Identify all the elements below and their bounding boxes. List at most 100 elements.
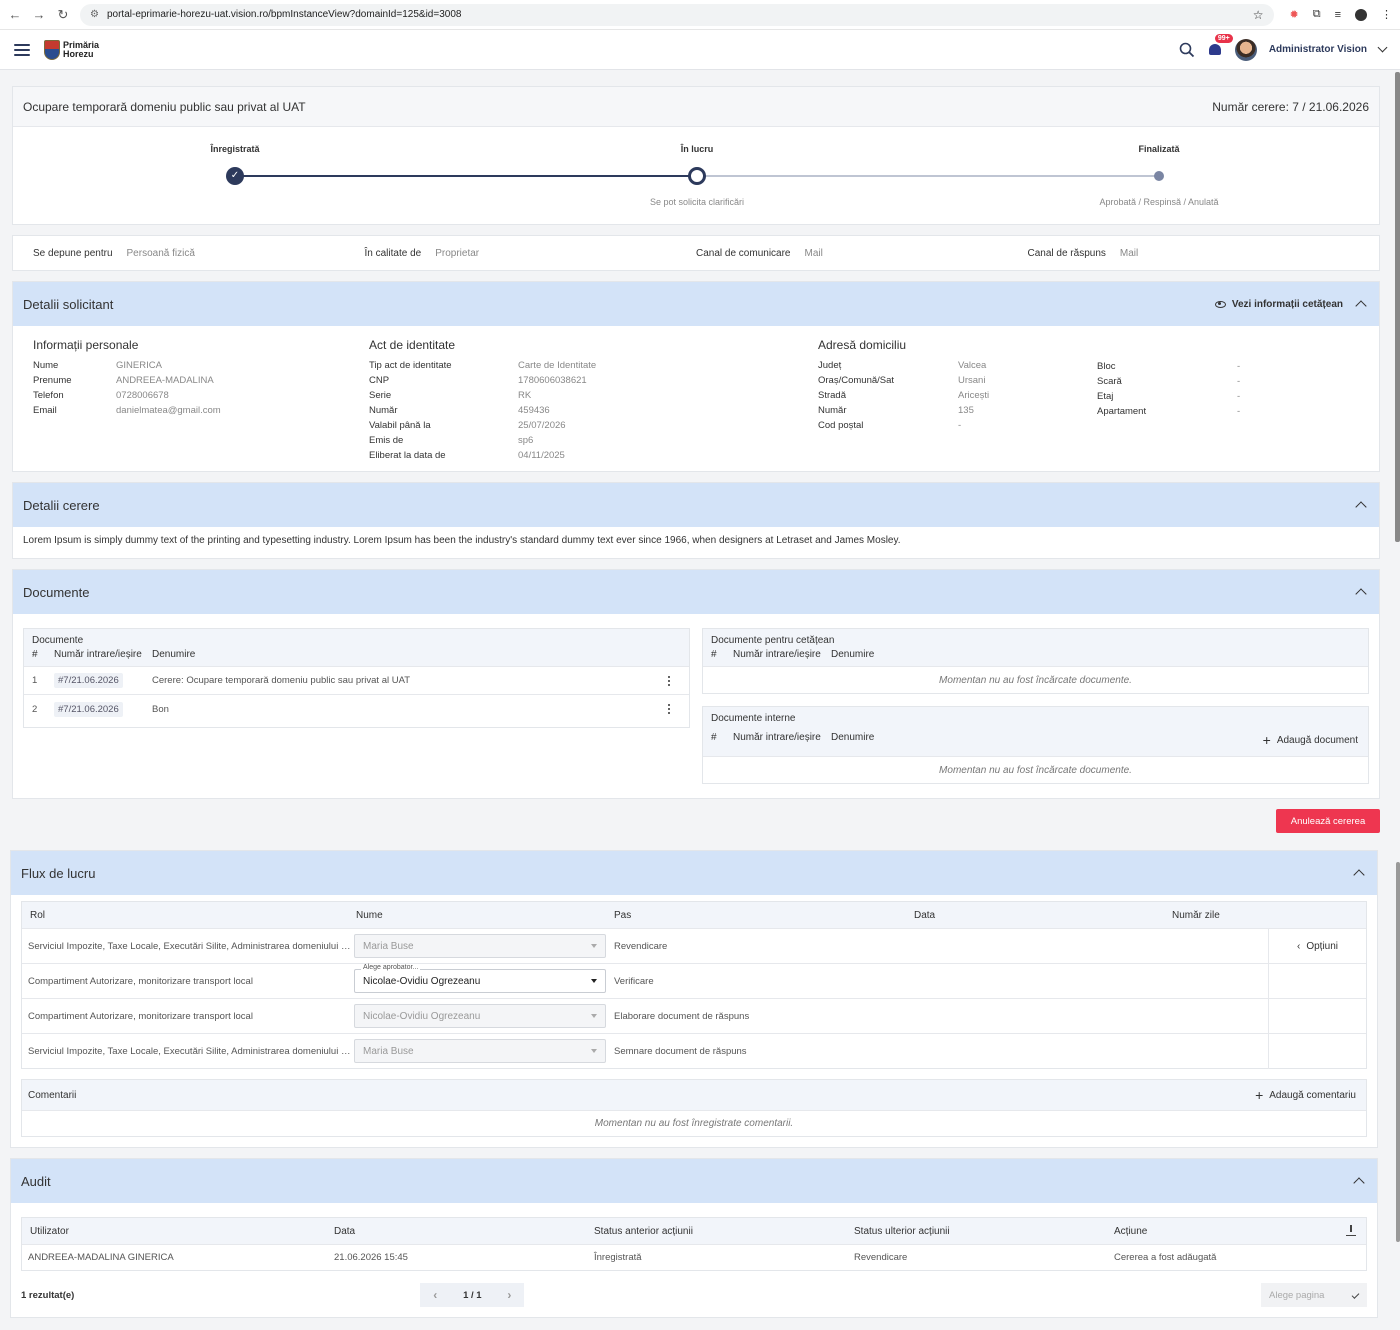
- field-value: -: [1237, 376, 1241, 387]
- scrollbar[interactable]: [1395, 72, 1400, 542]
- add-comment-label: Adaugă comentariu: [1269, 1089, 1356, 1101]
- more-options-icon[interactable]: [668, 675, 671, 686]
- documents-table: Documente # Număr intrare/ieșire Denumir…: [23, 628, 690, 728]
- page-indicator: 1 / 1: [463, 1289, 482, 1301]
- next-page-icon[interactable]: ›: [507, 1288, 511, 1302]
- internal-documents-table: Documente interne # Număr intrare/ieșire…: [702, 706, 1369, 784]
- role-cell: Serviciul Impozite, Taxe Locale, Execută…: [28, 940, 354, 952]
- page-select-placeholder: Alege pagina: [1269, 1289, 1325, 1301]
- hamburger-menu-icon[interactable]: [14, 43, 30, 56]
- table-row[interactable]: 1 #7/21.06.2026 Cerere: Ocupare temporar…: [24, 667, 689, 695]
- collapse-chevron-icon[interactable]: [1353, 1177, 1365, 1189]
- info-label: În calitate de: [364, 247, 422, 259]
- col-header: Număr zile: [1172, 909, 1220, 921]
- notifications-bell-icon[interactable]: 99+: [1207, 33, 1233, 58]
- field-value: 25/07/2026: [518, 420, 566, 431]
- table-row[interactable]: 2 #7/21.06.2026 Bon: [24, 695, 689, 723]
- profile-icon[interactable]: [1355, 8, 1367, 21]
- col-header: Număr intrare/ieșire: [733, 649, 821, 660]
- field-label: Scară: [1097, 376, 1122, 387]
- check-icon[interactable]: [1351, 1291, 1360, 1299]
- avatar[interactable]: [1234, 38, 1257, 61]
- extension-icon[interactable]: ✹: [1290, 8, 1299, 21]
- field-value: GINERICA: [116, 360, 162, 371]
- table-row: Compartiment Autorizare, monitorizare tr…: [22, 998, 1366, 1034]
- coat-of-arms-icon: [44, 39, 60, 60]
- col-header: #: [32, 649, 38, 660]
- add-comment-button[interactable]: + Adaugă comentariu: [1255, 1087, 1356, 1103]
- assignee-select: Maria Buse: [354, 934, 606, 958]
- options-label: Opțiuni: [1306, 940, 1339, 952]
- user-name[interactable]: Administrator Vision: [1269, 44, 1367, 55]
- document-number[interactable]: #7/21.06.2026: [54, 701, 123, 717]
- more-options-icon[interactable]: [668, 704, 671, 714]
- cancel-request-button[interactable]: Anulează cererea: [1276, 809, 1380, 833]
- role-cell: Compartiment Autorizare, monitorizare tr…: [28, 975, 253, 987]
- forward-icon[interactable]: →: [32, 7, 46, 22]
- add-document-button[interactable]: + Adaugă document: [1263, 732, 1358, 748]
- field-value: -: [1237, 406, 1241, 417]
- collapse-chevron-icon[interactable]: [1353, 869, 1365, 881]
- col-header: #: [711, 649, 717, 660]
- document-name[interactable]: Bon: [152, 704, 169, 715]
- select-value: Maria Buse: [363, 940, 414, 952]
- reload-icon[interactable]: ↻: [56, 7, 70, 22]
- assignee-select: Nicolae-Ovidiu Ogrezeanu: [354, 1004, 606, 1028]
- request-description: Lorem Ipsum is simply dummy text of the …: [23, 535, 901, 546]
- menu-dots-icon[interactable]: ⋮: [1381, 8, 1392, 21]
- view-citizen-info-link[interactable]: Vezi informații cetățean: [1214, 299, 1343, 310]
- role-cell: Serviciul Impozite, Taxe Locale, Execută…: [28, 1045, 354, 1057]
- address-bar[interactable]: ⚙ portal-eprimarie-horezu-uat.vision.ro/…: [80, 3, 1274, 26]
- field-value: Carte de Identitate: [518, 360, 597, 371]
- col-header: Număr intrare/ieșire: [733, 732, 821, 743]
- scrollbar[interactable]: [1396, 862, 1400, 1242]
- field-label: Eliberat la data de: [369, 450, 446, 461]
- submission-info-strip: Se depune pentru Persoană fizică În calit…: [12, 235, 1380, 271]
- bookmark-star-icon[interactable]: ☆: [1253, 8, 1264, 22]
- step-cell: Semnare document de răspuns: [614, 1045, 747, 1057]
- audit-status-before: Înregistrată: [594, 1252, 642, 1263]
- assignee-select: Maria Buse: [354, 1039, 606, 1063]
- chevron-down-icon[interactable]: [1377, 42, 1388, 53]
- col-header: Data: [914, 909, 936, 921]
- eye-icon: [1214, 300, 1226, 308]
- document-name[interactable]: Cerere: Ocupare temporară domeniu public…: [152, 675, 410, 686]
- collapse-chevron-icon[interactable]: [1355, 588, 1367, 600]
- col-header: Status anterior acțiunii: [594, 1225, 693, 1237]
- col-header: Acțiune: [1114, 1225, 1148, 1237]
- field-label: Număr: [818, 405, 847, 416]
- approver-select[interactable]: Alege aprobator... Nicolae-Ovidiu Ogrezea…: [354, 964, 606, 993]
- options-button[interactable]: ‹ Opțiuni: [1268, 928, 1366, 964]
- logo-line2: Horezu: [63, 48, 94, 59]
- step-sub-finalized: Aprobată / Respinsă / Anulată: [1099, 197, 1219, 207]
- table-title: Documente interne: [711, 713, 796, 724]
- comments-panel: Comentarii + Adaugă comentariu Momentan n…: [21, 1079, 1367, 1137]
- address-title: Adresă domiciliu: [818, 338, 907, 352]
- section-title: Documente: [23, 584, 90, 600]
- audit-action: Cererea a fost adăugată: [1114, 1252, 1217, 1263]
- collapse-chevron-icon[interactable]: [1355, 300, 1367, 312]
- logo[interactable]: Primăria Horezu: [44, 39, 99, 60]
- site-info-icon[interactable]: ⚙: [90, 9, 99, 20]
- field-label: Telefon: [33, 390, 64, 401]
- page-title: Ocupare temporară domeniu public sau pri…: [23, 99, 306, 114]
- collapse-chevron-icon[interactable]: [1355, 501, 1367, 513]
- results-count: 1 rezultat(e): [21, 1289, 75, 1301]
- citizen-documents-table: Documente pentru cetățean # Număr intrar…: [702, 628, 1369, 694]
- audit-user: ANDREEA-MADALINA GINERICA: [28, 1252, 174, 1263]
- back-icon[interactable]: ←: [8, 7, 22, 22]
- field-label: Oraș/Comună/Sat: [818, 375, 895, 386]
- document-number[interactable]: #7/21.06.2026: [54, 673, 123, 688]
- prev-page-icon[interactable]: ‹: [433, 1288, 437, 1302]
- request-status-card: Ocupare temporară domeniu public sau pri…: [12, 86, 1380, 225]
- tab-search-icon[interactable]: ≡: [1335, 9, 1341, 21]
- field-label: Email: [33, 405, 57, 416]
- page-select[interactable]: Alege pagina: [1261, 1283, 1367, 1307]
- empty-state: Momentan nu au fost încărcate documente.: [939, 764, 1132, 776]
- personal-info-title: Informații personale: [33, 338, 139, 352]
- download-icon[interactable]: [1346, 1225, 1356, 1236]
- puzzle-icon[interactable]: ⧉: [1313, 8, 1321, 21]
- field-label: CNP: [369, 375, 390, 386]
- dropdown-caret-icon: [591, 979, 597, 983]
- search-icon[interactable]: [1179, 42, 1195, 58]
